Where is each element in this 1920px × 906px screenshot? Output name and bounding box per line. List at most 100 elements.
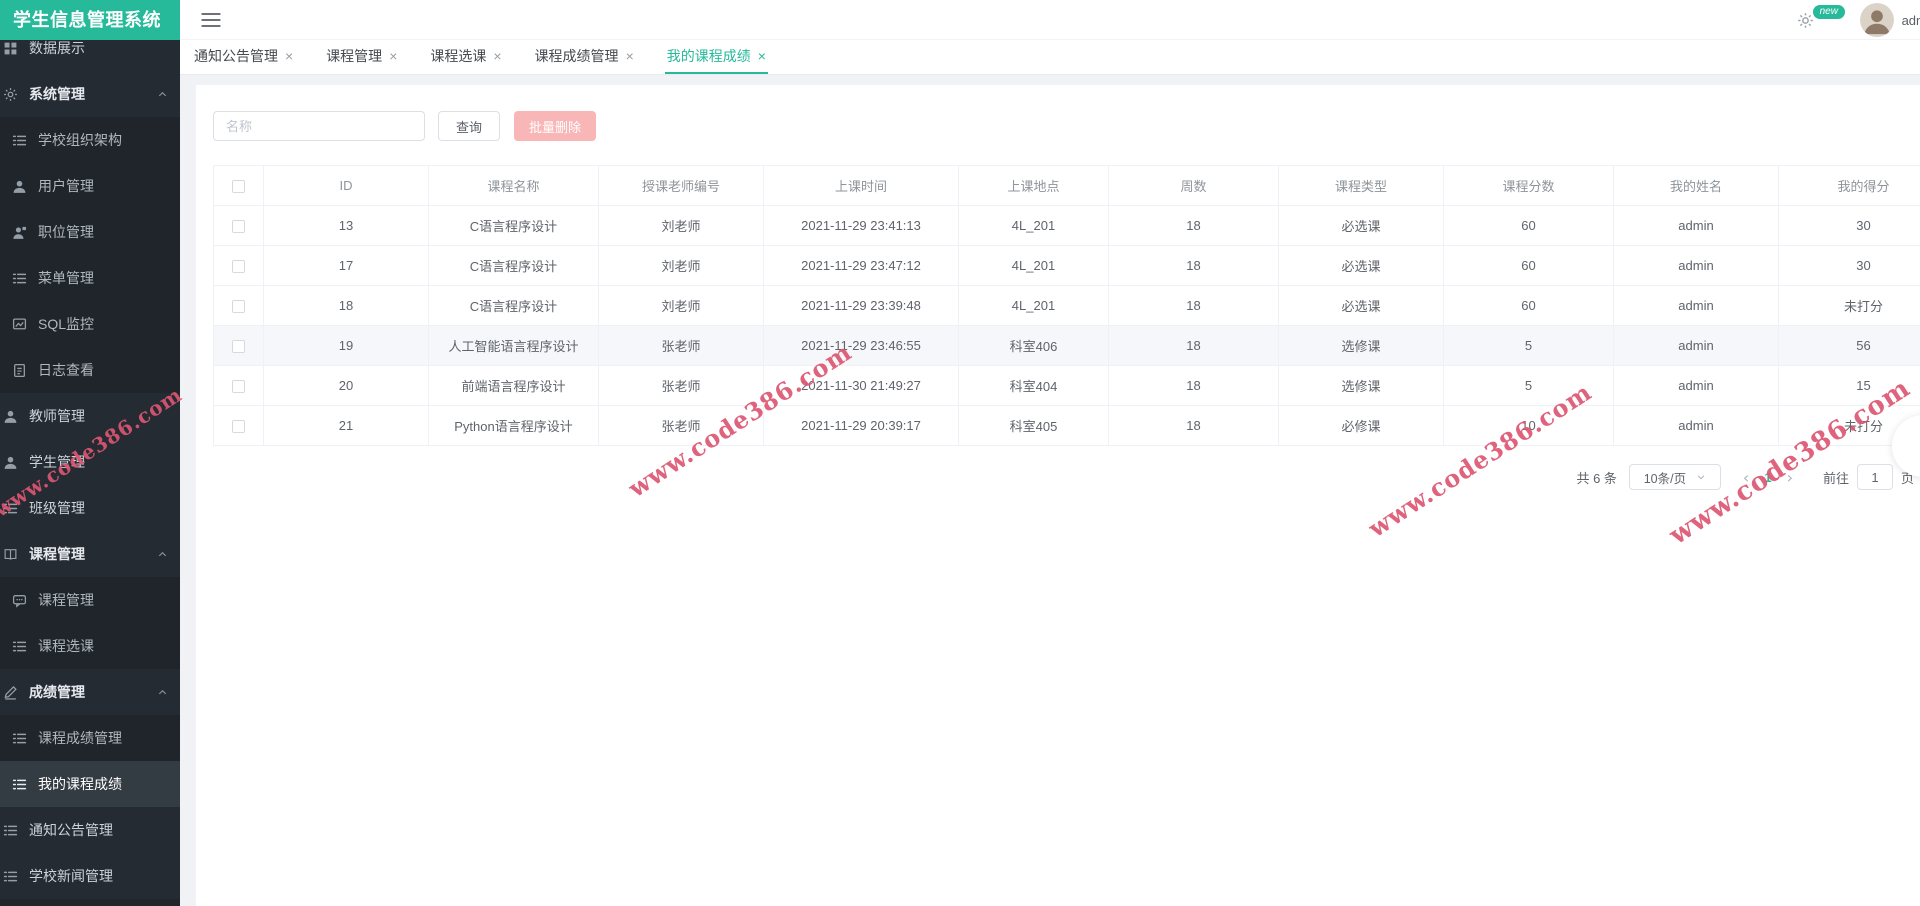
sidebar-item[interactable]: 学校组织架构 (0, 117, 180, 163)
current-page[interactable]: 1 (1759, 470, 1776, 485)
list-icon (12, 639, 27, 654)
settings-gear-icon[interactable]: new (1797, 3, 1846, 29)
sidebar-item[interactable]: 班级管理 (0, 485, 180, 531)
sidebar-item[interactable]: 职位管理 (0, 209, 180, 255)
list-icon (3, 869, 18, 884)
select-all-checkbox[interactable] (232, 180, 245, 194)
tab[interactable]: 课程选课 × (428, 40, 503, 74)
table-cell: 18 (1108, 325, 1279, 366)
sidebar-bottom-strip (0, 899, 180, 906)
table-cell: 5 (1443, 365, 1614, 406)
table-cell: 科室404 (958, 365, 1109, 406)
close-tab-icon[interactable]: × (758, 49, 766, 63)
sidebar-item[interactable]: 课程管理 (0, 577, 180, 623)
sidebar-item[interactable]: 学生管理 (0, 439, 180, 485)
row-checkbox-cell (213, 245, 264, 286)
row-checkbox[interactable] (232, 380, 245, 394)
column-header: 我的姓名 (1613, 165, 1779, 206)
table-cell: admin (1613, 325, 1779, 366)
table-cell: admin (1613, 405, 1779, 446)
close-tab-icon[interactable]: × (389, 49, 397, 63)
table-cell: 2021-11-29 23:47:12 (763, 245, 959, 286)
sidebar-item[interactable]: 教师管理 (0, 393, 180, 439)
sidebar-item-label: 学校组织架构 (38, 132, 122, 148)
table-cell: 4L_201 (958, 245, 1109, 286)
list-icon (3, 823, 18, 838)
sidebar-item-label: 学校新闻管理 (29, 868, 113, 884)
book-icon (3, 547, 18, 562)
tab[interactable]: 课程成绩管理 × (533, 40, 636, 74)
query-button[interactable]: 查询 (438, 111, 501, 141)
sidebar-item[interactable]: SQL监控 (0, 301, 180, 347)
sidebar-item[interactable]: 课程管理 (0, 531, 180, 577)
table-cell: 60 (1443, 205, 1614, 246)
sidebar-item-label: SQL监控 (38, 316, 95, 332)
tab-label: 课程管理 (326, 48, 383, 64)
goto-page-input[interactable] (1856, 464, 1893, 490)
table-cell: 2021-11-30 21:49:27 (763, 365, 959, 406)
table-cell: 未打分 (1778, 285, 1920, 326)
table-wrap: ID 课程名称 授课老师编号 上课时间 上课地点 周数 课程类型 课程分数 我的姓名 我的得分 1… (213, 165, 1920, 446)
table-cell: admin (1613, 365, 1779, 406)
column-header: 上课时间 (763, 165, 959, 206)
row-checkbox[interactable] (232, 300, 245, 314)
row-checkbox[interactable] (232, 340, 245, 354)
close-tab-icon[interactable]: × (626, 49, 634, 63)
list-icon (3, 501, 18, 516)
table-cell: 人工智能语言程序设计 (428, 325, 599, 366)
sidebar-item-label: 菜单管理 (38, 270, 94, 286)
chevron-up-icon (157, 89, 168, 100)
sidebar-item[interactable]: 课程选课 (0, 623, 180, 669)
table-cell: 18 (1108, 365, 1279, 406)
table-cell: C语言程序设计 (428, 285, 599, 326)
prev-page-button[interactable]: ‹ (1733, 468, 1759, 487)
row-checkbox[interactable] (232, 220, 245, 234)
tab[interactable]: 我的课程成绩 × (664, 40, 768, 74)
table-cell: 必选课 (1278, 205, 1444, 246)
new-badge: new (1811, 3, 1846, 20)
table-cell: 15 (1778, 365, 1920, 406)
row-checkbox[interactable] (232, 260, 245, 274)
page-size-select[interactable]: 10条/页 (1628, 464, 1721, 490)
sidebar-item[interactable]: 我的课程成绩 (0, 761, 180, 807)
column-header: 课程名称 (428, 165, 599, 206)
column-header: ID (263, 165, 429, 206)
tab[interactable]: 课程管理 × (324, 40, 399, 74)
app-root: 学生信息管理系统 数据展示 系统管理学校组织架构用户管理 职位管理菜单管理 SQL监控… (0, 0, 1920, 906)
sidebar-item[interactable]: 菜单管理 (0, 255, 180, 301)
table-cell: 2021-11-29 23:41:13 (763, 205, 959, 246)
table-cell: 18 (1108, 285, 1279, 326)
table-cell: admin (1613, 205, 1779, 246)
row-checkbox-cell (213, 325, 264, 366)
sidebar-item-label: 班级管理 (29, 500, 85, 516)
sidebar-item[interactable]: 用户管理 (0, 163, 180, 209)
content-card: 查询 批量删除 ID课程名称授课老师编号上课时间上课地点周数课程类型课程分数我的… (196, 85, 1920, 906)
batch-delete-button[interactable]: 批量删除 (514, 111, 597, 141)
sidebar-item[interactable]: 日志查看 (0, 347, 180, 393)
sidebar-item[interactable]: 课程成绩管理 (0, 715, 180, 761)
table-cell: 21 (263, 405, 429, 446)
sidebar-item[interactable]: 系统管理 (0, 71, 180, 117)
table-cell: 科室405 (958, 405, 1109, 446)
hamburger-menu-icon[interactable] (200, 9, 222, 31)
avatar[interactable] (1859, 3, 1894, 37)
table-cell: 刘老师 (598, 285, 764, 326)
tab[interactable]: 通知公告管理 × (192, 40, 295, 74)
topbar-right: new admin (1797, 0, 1920, 40)
sidebar-item[interactable]: 通知公告管理 (0, 807, 180, 853)
close-tab-icon[interactable]: × (493, 49, 501, 63)
close-tab-icon[interactable]: × (285, 49, 293, 63)
goto-label: 前往 (1822, 470, 1849, 486)
sidebar-item[interactable]: 学校新闻管理 (0, 853, 180, 899)
sidebar-item[interactable]: 成绩管理 (0, 669, 180, 715)
sidebar-item[interactable]: 数据展示 (0, 40, 180, 71)
app-title: 学生信息管理系统 (0, 0, 180, 40)
sidebar-item-label: 教师管理 (29, 408, 85, 424)
table-cell: 19 (263, 325, 429, 366)
search-input[interactable] (213, 111, 425, 141)
username[interactable]: admin (1902, 13, 1920, 28)
user-icon (12, 179, 27, 194)
topbar: new admin (180, 0, 1920, 40)
row-checkbox[interactable] (232, 420, 245, 434)
next-page-button[interactable]: › (1777, 468, 1803, 487)
